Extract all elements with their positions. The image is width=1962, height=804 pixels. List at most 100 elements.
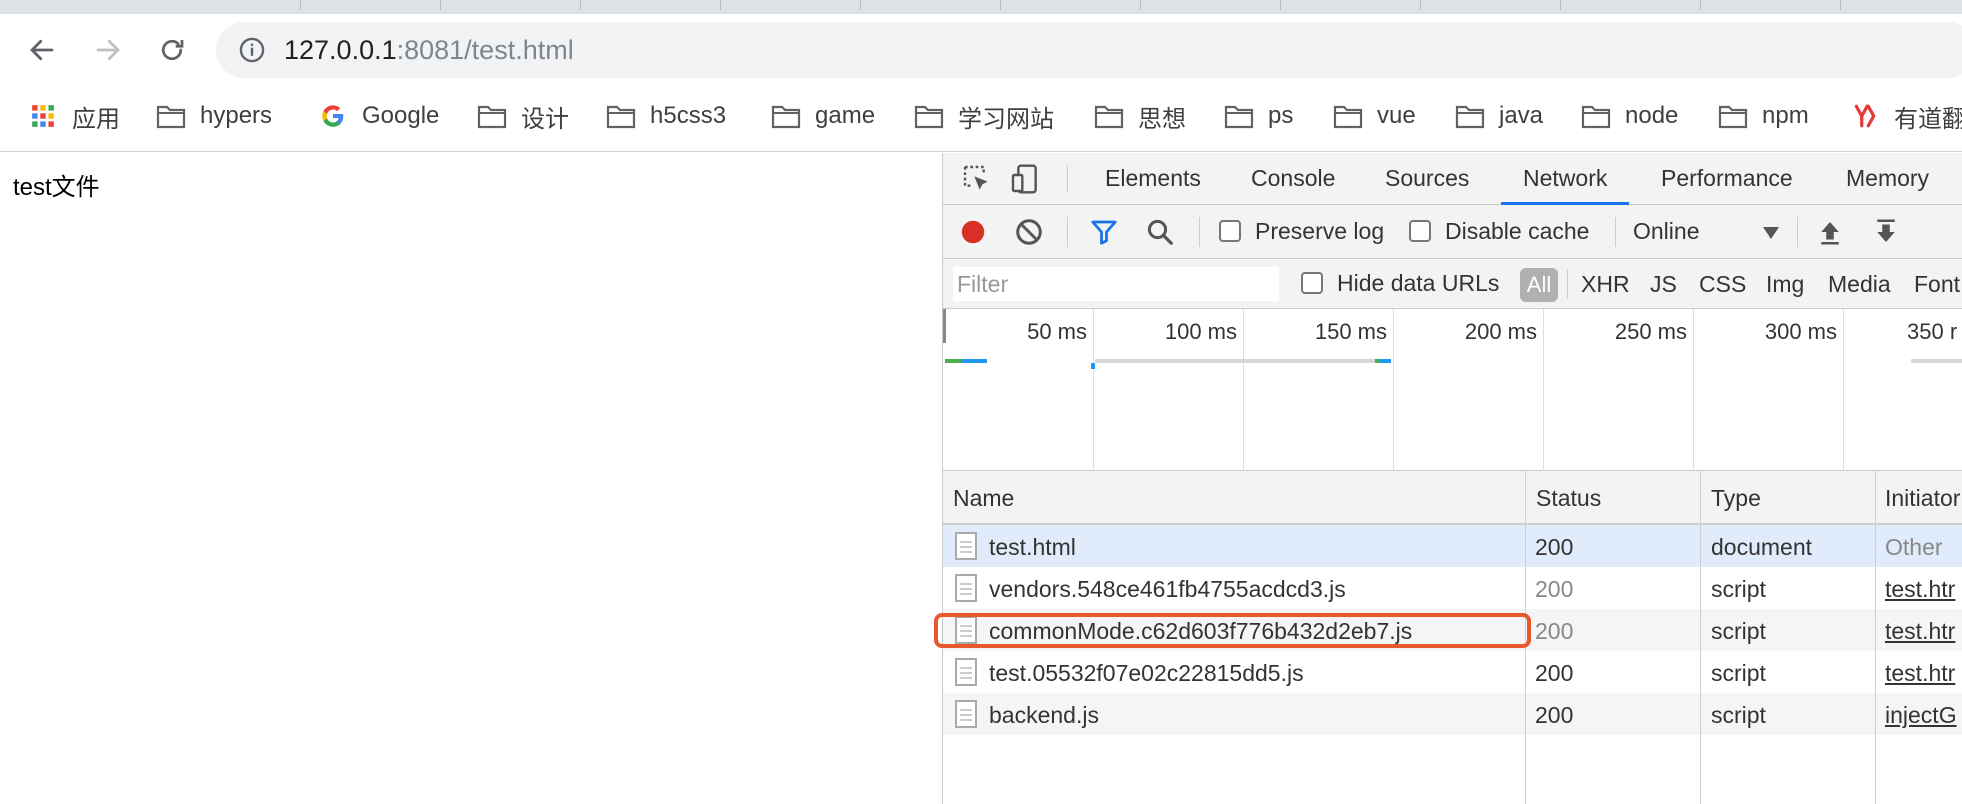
youdao-icon: [1854, 104, 1876, 128]
throttling-select[interactable]: Online: [1633, 218, 1699, 245]
device-toolbar-icon[interactable]: [1009, 163, 1041, 195]
apps-grid-icon: [32, 105, 54, 127]
divider: [1199, 217, 1200, 247]
bookmark-google[interactable]: Google: [318, 96, 439, 136]
timeline-tick-label: 150 ms: [1314, 319, 1387, 344]
disable-cache-label: Disable cache: [1445, 218, 1590, 244]
hide-data-urls-checkbox[interactable]: [1301, 272, 1323, 294]
timeline-gridline: [1843, 309, 1844, 471]
table-row[interactable]: test.html 200 document Other: [943, 525, 1962, 567]
import-har-icon[interactable]: [1815, 217, 1845, 247]
back-arrow-icon: [30, 39, 54, 61]
bookmark-label: 有道翻: [1894, 105, 1962, 133]
filter-xhr-button[interactable]: XHR: [1581, 271, 1630, 298]
filter-font-button[interactable]: Font: [1914, 271, 1960, 298]
timeline-request-bar: [1095, 359, 1375, 363]
page-content: test文件: [0, 153, 942, 804]
folder-icon: [1455, 105, 1485, 129]
folder-icon: [1224, 105, 1254, 129]
bookmark-hypers[interactable]: hypers: [156, 96, 272, 136]
table-row[interactable]: vendors.548ce461fb4755acdcd3.js 200 scri…: [943, 567, 1962, 609]
bookmark-design[interactable]: 设计: [477, 96, 569, 136]
column-divider: [1875, 471, 1876, 525]
request-name: vendors.548ce461fb4755acdcd3.js: [989, 576, 1346, 602]
requests-table-body: test.html 200 document Other vendors.548…: [943, 525, 1962, 804]
column-status-header[interactable]: Status: [1536, 485, 1601, 512]
back-button[interactable]: [20, 28, 64, 72]
request-type: script: [1711, 618, 1766, 644]
preserve-log-checkbox[interactable]: [1219, 220, 1241, 242]
column-initiator-header[interactable]: Initiator: [1885, 485, 1960, 512]
timeline-request-bar: [961, 359, 987, 363]
reload-icon: [161, 39, 184, 61]
request-initiator[interactable]: test.htr: [1885, 576, 1955, 603]
bookmark-game[interactable]: game: [771, 96, 875, 136]
timeline-tick-label: 100 ms: [1164, 319, 1237, 344]
tab-performance[interactable]: Performance: [1661, 153, 1793, 205]
address-bar[interactable]: 127.0.0.1:8081/test.html: [216, 22, 1962, 78]
tab-elements[interactable]: Elements: [1105, 153, 1201, 205]
network-filter-bar: Hide data URLs All XHR JS CSS Img Media …: [943, 259, 1962, 309]
tab-network[interactable]: Network: [1501, 153, 1630, 205]
filter-input[interactable]: [953, 267, 1279, 301]
filter-js-button[interactable]: JS: [1650, 271, 1677, 298]
tab-sources[interactable]: Sources: [1385, 153, 1469, 205]
folder-icon: [156, 105, 186, 129]
tab-console[interactable]: Console: [1251, 153, 1335, 205]
record-icon[interactable]: [958, 217, 988, 247]
chevron-down-icon[interactable]: [1763, 227, 1779, 239]
timeline-cursor: [943, 309, 946, 343]
folder-icon: [1718, 105, 1748, 129]
network-overview-timeline[interactable]: 50 ms 100 ms 150 ms 200 ms 250 ms 300 ms…: [943, 309, 1962, 471]
timeline-gridline: [1093, 309, 1094, 471]
request-name: test.html: [989, 534, 1076, 560]
filter-css-button[interactable]: CSS: [1699, 271, 1746, 298]
request-status: 200: [1535, 534, 1574, 560]
disable-cache-checkbox[interactable]: [1409, 220, 1431, 242]
info-icon[interactable]: [238, 36, 266, 64]
filter-img-button[interactable]: Img: [1766, 271, 1804, 298]
table-row[interactable]: backend.js 200 script injectG: [943, 693, 1962, 735]
request-initiator[interactable]: injectG: [1885, 702, 1957, 729]
clear-icon[interactable]: [1014, 217, 1044, 247]
timeline-tick-label: 250 ms: [1614, 319, 1687, 344]
google-icon: [322, 105, 344, 127]
request-type: script: [1711, 660, 1766, 686]
request-initiator[interactable]: test.htr: [1885, 618, 1955, 645]
column-divider: [1525, 471, 1526, 525]
bookmark-npm[interactable]: npm: [1718, 96, 1809, 136]
column-type-header[interactable]: Type: [1711, 485, 1761, 512]
request-initiator[interactable]: test.htr: [1885, 660, 1955, 687]
table-row[interactable]: test.05532f07e02c22815dd5.js 200 script …: [943, 651, 1962, 693]
reload-button[interactable]: [150, 28, 194, 72]
column-name-header[interactable]: Name: [953, 485, 1014, 512]
bookmark-vue[interactable]: vue: [1333, 96, 1416, 136]
document-icon: [955, 532, 977, 560]
column-divider: [1700, 525, 1701, 804]
folder-icon: [606, 105, 636, 129]
divider: [1567, 269, 1568, 299]
filter-icon[interactable]: [1089, 217, 1119, 247]
bookmark-youdao[interactable]: 有道翻: [1850, 96, 1962, 136]
tab-memory[interactable]: Memory: [1846, 153, 1929, 205]
bookmark-thoughts[interactable]: 思想: [1094, 96, 1186, 136]
bookmark-java[interactable]: java: [1455, 96, 1543, 136]
timeline-request-bar: [1379, 359, 1391, 363]
timeline-tick-label: 350 r: [1907, 319, 1958, 344]
export-har-icon[interactable]: [1871, 217, 1901, 247]
filter-all-button[interactable]: All: [1520, 268, 1558, 302]
bookmark-learning-sites[interactable]: 学习网站: [914, 96, 1054, 136]
filter-media-button[interactable]: Media: [1828, 271, 1891, 298]
requests-table-header: Name Status Type Initiator: [943, 471, 1962, 525]
search-icon[interactable]: [1145, 217, 1175, 247]
bookmark-apps[interactable]: 应用: [28, 96, 120, 136]
bookmark-node[interactable]: node: [1581, 96, 1678, 136]
inspect-element-icon[interactable]: [961, 163, 993, 195]
bookmark-h5css3[interactable]: h5css3: [606, 96, 726, 136]
column-divider: [1700, 471, 1701, 525]
devtools-tab-bar: Elements Console Sources Network Perform…: [943, 153, 1962, 205]
forward-button[interactable]: [86, 28, 130, 72]
timeline-request-bar: [1911, 359, 1962, 363]
tab-strip: [0, 0, 1962, 14]
bookmark-ps[interactable]: ps: [1224, 96, 1293, 136]
